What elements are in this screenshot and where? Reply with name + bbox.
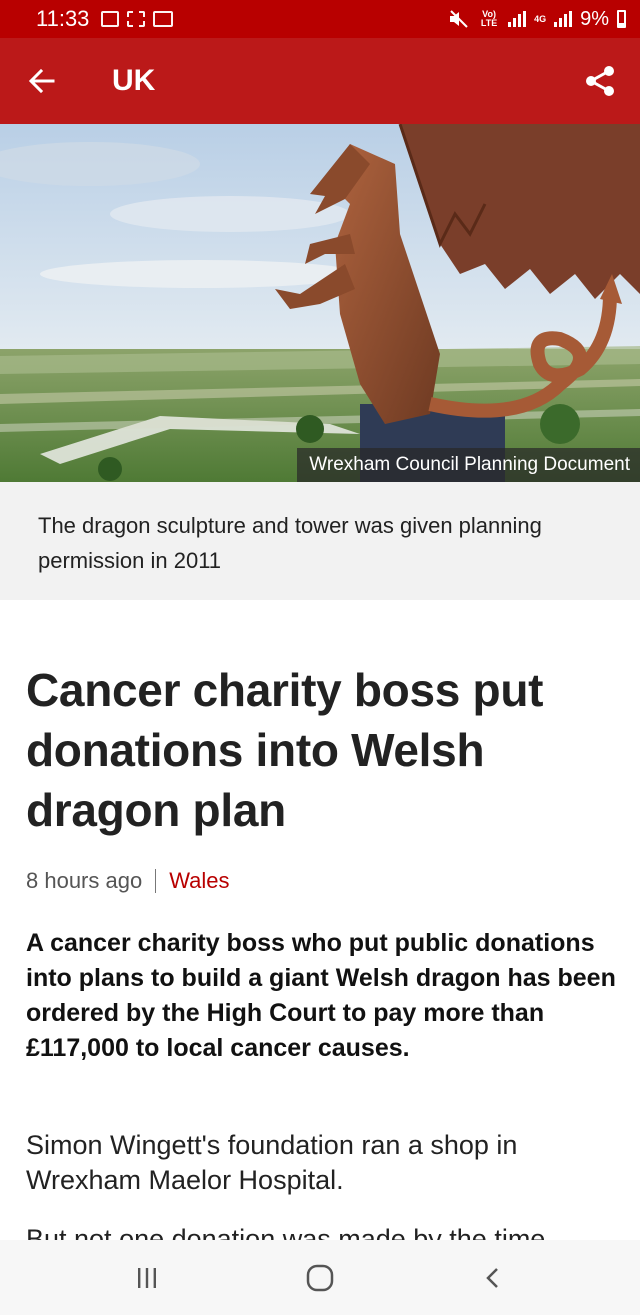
recent-apps-icon bbox=[137, 1267, 156, 1288]
battery-icon bbox=[617, 10, 626, 28]
battery-percent: 9% bbox=[580, 7, 609, 30]
article-hero-image[interactable]: Wrexham Council Planning Document bbox=[0, 124, 640, 482]
page-title: UK bbox=[112, 64, 156, 97]
home-icon bbox=[306, 1264, 334, 1291]
voicemail-icon bbox=[153, 11, 174, 27]
image-caption-box: The dragon sculpture and tower was given… bbox=[0, 482, 640, 600]
image-icon bbox=[101, 11, 120, 27]
article-paragraph-partial: But not one donation was made by the tim… bbox=[26, 1224, 546, 1240]
article-intro: A cancer charity boss who put public don… bbox=[26, 929, 616, 1062]
share-button[interactable] bbox=[560, 38, 640, 124]
gallery-icon bbox=[127, 11, 146, 27]
share-icon bbox=[586, 66, 614, 96]
image-credit: Wrexham Council Planning Document bbox=[297, 448, 640, 482]
arrow-left-icon bbox=[28, 68, 55, 94]
article-timestamp: 8 hours ago bbox=[26, 868, 143, 893]
app-bar: UK bbox=[0, 38, 640, 124]
signal-icon bbox=[554, 11, 573, 27]
article-meta: 8 hours ago Wales bbox=[26, 868, 230, 894]
dragon-sculpture-image bbox=[0, 124, 640, 482]
status-indicators: Vo) LTE 4G 9% bbox=[448, 8, 626, 31]
status-bar: 11:33 Vo) LTE 4G 9% bbox=[0, 0, 640, 38]
system-back-button[interactable] bbox=[458, 1248, 528, 1308]
recent-apps-button[interactable] bbox=[112, 1248, 182, 1308]
back-icon bbox=[486, 1267, 499, 1288]
topic-link[interactable]: Wales bbox=[169, 868, 229, 894]
signal-icon bbox=[508, 11, 527, 27]
article-headline: Cancer charity boss put donations into W… bbox=[26, 664, 544, 836]
mute-icon bbox=[450, 10, 468, 28]
network-4g-label: 4G bbox=[534, 13, 547, 24]
volte-label: Vo) LTE bbox=[480, 9, 498, 28]
meta-divider bbox=[155, 869, 157, 893]
article-paragraph: Simon Wingett's foundation ran a shop in… bbox=[26, 1130, 518, 1195]
image-caption: The dragon sculpture and tower was given… bbox=[38, 513, 542, 573]
status-time: 11:33 bbox=[36, 6, 90, 31]
back-button[interactable] bbox=[0, 38, 84, 124]
home-button[interactable] bbox=[285, 1248, 355, 1308]
status-notifications bbox=[101, 11, 174, 27]
system-nav-bar bbox=[0, 1240, 640, 1315]
